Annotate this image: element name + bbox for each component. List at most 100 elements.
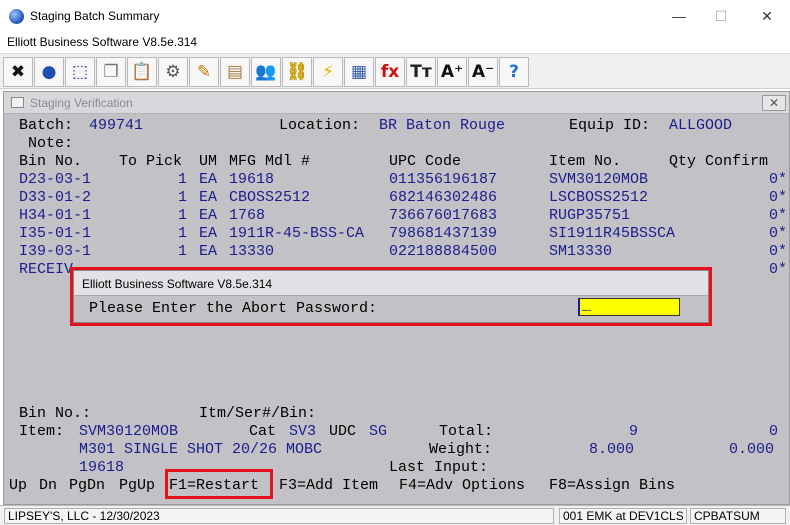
cell-bin: I39-03-1 — [19, 243, 92, 260]
fkey-dn[interactable]: Dn — [39, 477, 57, 495]
f1-restart-highlight-box — [165, 469, 273, 499]
function-icon[interactable]: fx — [375, 57, 405, 87]
fkey-pgup[interactable]: PgUp — [119, 477, 155, 495]
app-globe-icon — [9, 9, 24, 24]
equip-label: Equip ID: — [569, 117, 651, 134]
mfg-model-value: 19618 — [79, 459, 125, 476]
dialog-highlight-box — [70, 267, 712, 326]
inner-title-bar: Staging Verification ✕ — [4, 92, 789, 114]
location-value: BR Baton Rouge — [379, 117, 506, 134]
status-program: CPBATSUM — [690, 508, 786, 524]
cell-pick: 1 — [177, 171, 187, 188]
last-input-label: Last Input: — [389, 459, 489, 476]
maximize-button[interactable]: ☐ — [706, 6, 736, 26]
cell-um: EA — [199, 243, 218, 260]
cell-um: EA — [199, 171, 218, 188]
window-close-button[interactable]: ✕ — [752, 6, 782, 26]
fkey-f3-add-item[interactable]: F3=Add Item — [279, 477, 378, 495]
cell-upc: 798681437139 — [389, 225, 498, 242]
bin-no-label: Bin No.: — [19, 405, 92, 422]
notepad-icon[interactable]: ▤ — [220, 57, 250, 87]
font-increase-icon[interactable]: A⁺ — [437, 57, 467, 87]
cell-bin: D23-03-1 — [19, 171, 92, 188]
close-icon[interactable]: ✖ — [3, 57, 33, 87]
batch-value: 499741 — [89, 117, 144, 134]
select-icon[interactable]: ⬚ — [65, 57, 95, 87]
cell-bin: I35-01-1 — [19, 225, 92, 242]
col-header-to-pick: To Pick — [119, 153, 183, 170]
app-version-label: Elliott Business Software V8.5e.314 — [7, 35, 198, 49]
cell-pick: 1 — [177, 243, 187, 260]
cell-qty: 0* — [768, 189, 787, 206]
fkey-f4-adv-options[interactable]: F4=Adv Options — [399, 477, 525, 495]
col-header-um: UM — [199, 153, 218, 170]
col-header-mfg-mdl: MFG Mdl # — [229, 153, 311, 170]
col-header-bin: Bin No. — [19, 153, 83, 170]
cell-pick: 1 — [177, 189, 187, 206]
col-header-qty-confirm: Qty Confirm — [669, 153, 769, 170]
itm-ser-bin-label: Itm/Ser#/Bin: — [199, 405, 317, 422]
report-icon[interactable]: ▦ — [344, 57, 374, 87]
status-company: LIPSEY'S, LLC - 12/30/2023 — [4, 508, 554, 524]
fkey-up[interactable]: Up — [9, 477, 27, 495]
item-description: M301 SINGLE SHOT 20/26 MOBC — [79, 441, 323, 458]
status-bar: LIPSEY'S, LLC - 12/30/2023 001 EMK at DE… — [0, 505, 790, 525]
help-icon[interactable]: ? — [499, 57, 529, 87]
cell-mdl: 13330 — [229, 243, 275, 260]
font-decrease-icon[interactable]: A⁻ — [468, 57, 498, 87]
col-header-item-no: Item No. — [549, 153, 622, 170]
lightning-icon[interactable]: ⚡ — [313, 57, 343, 87]
weight-label: Weight: — [429, 441, 493, 458]
udc-value: SG — [369, 423, 388, 440]
inner-close-button[interactable]: ✕ — [762, 95, 786, 111]
total-value: 9 — [629, 423, 639, 440]
minimize-button[interactable]: — — [664, 6, 694, 26]
total-confirm-value: 0 — [769, 423, 779, 440]
cat-label: Cat — [249, 423, 277, 440]
cell-mdl: 1768 — [229, 207, 266, 224]
cell-bin: H34-01-1 — [19, 207, 92, 224]
title-bar: Staging Batch Summary — ☐ ✕ — [0, 0, 790, 32]
cell-mdl: CBOSS2512 — [229, 189, 311, 206]
copy-icon[interactable]: ❐ — [96, 57, 126, 87]
cell-item: LSCBOSS2512 — [549, 189, 649, 206]
cell-qty: 0* — [768, 225, 787, 242]
equip-value: ALLGOOD — [669, 117, 733, 134]
fkey-pgdn[interactable]: PgDn — [69, 477, 105, 495]
cell-upc: 736676017683 — [389, 207, 498, 224]
note-label: Note: — [28, 135, 74, 152]
weight-confirm-value: 0.000 — [729, 441, 775, 458]
users-icon[interactable]: 👥 — [251, 57, 281, 87]
fkey-f8-assign-bins[interactable]: F8=Assign Bins — [549, 477, 675, 495]
gear-icon[interactable]: ⚙ — [158, 57, 188, 87]
location-label: Location: — [279, 117, 361, 134]
font-icon[interactable]: Tт — [406, 57, 436, 87]
globe-icon[interactable]: ● — [34, 57, 64, 87]
cell-qty: 0* — [768, 243, 787, 260]
cell-mdl: 19618 — [229, 171, 275, 188]
window-icon — [11, 97, 24, 108]
cell-pick: 1 — [177, 207, 187, 224]
chain-icon[interactable]: ⛓ — [282, 57, 312, 87]
cell-pick: 1 — [177, 225, 187, 242]
cell-mdl: 1911R-45-BSS-CA — [229, 225, 365, 242]
cell-qty: 0* — [768, 207, 787, 224]
cell-item: SI1911R45BSSCA — [549, 225, 676, 242]
cell-upc: 682146302486 — [389, 189, 498, 206]
edit-icon[interactable]: ✎ — [189, 57, 219, 87]
toolbar: ✖ ● ⬚ ❐ 📋 ⚙ ✎ ▤ 👥 ⛓ ⚡ ▦ fx Tт A⁺ A⁻? — [0, 53, 790, 89]
window-title: Staging Batch Summary — [30, 9, 160, 23]
cell-bin: D33-01-2 — [19, 189, 92, 206]
cell-upc: 011356196187 — [389, 171, 498, 188]
inner-window-title: Staging Verification — [30, 96, 133, 110]
cell-bin: RECEIV — [19, 261, 74, 278]
cat-value: SV3 — [289, 423, 317, 440]
cell-qty: 0* — [768, 171, 787, 188]
cell-qty: 0* — [768, 261, 787, 278]
batch-label: Batch: — [19, 117, 74, 134]
cell-um: EA — [199, 207, 218, 224]
item-label: Item: — [19, 423, 65, 440]
cell-item: RUGP35751 — [549, 207, 631, 224]
udc-label: UDC — [329, 423, 357, 440]
paste-icon[interactable]: 📋 — [127, 57, 157, 87]
